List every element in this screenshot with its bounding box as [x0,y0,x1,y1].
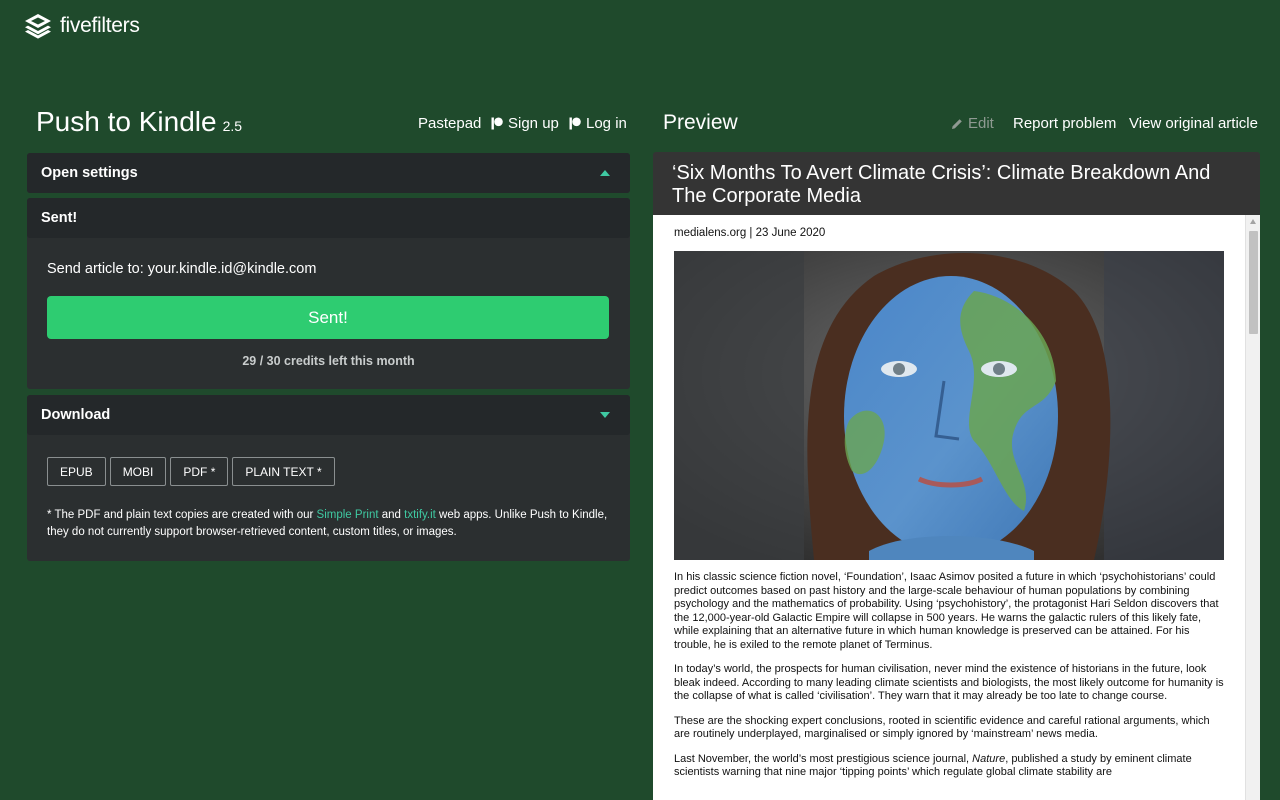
sent-panel-label: Sent! [41,210,78,226]
article-byline: medialens.org | 23 June 2020 [674,227,826,239]
brand-name: fivefilters [60,14,140,37]
app-version: 2.5 [222,118,243,134]
note-prefix: * The PDF and plain text copies are crea… [47,509,317,521]
send-to-text: Send article to: your.kindle.id@kindle.c… [47,261,317,277]
download-note: * The PDF and plain text copies are crea… [47,507,617,541]
pastepad-link[interactable]: Pastepad [418,115,481,132]
epub-button[interactable]: EPUB [47,457,106,486]
caret-up-icon [600,170,610,176]
article-title: ‘Six Months To Avert Climate Crisis’: Cl… [672,162,1211,207]
pencil-icon [952,119,962,129]
report-problem-label: Report problem [1013,115,1117,132]
face-paint-photo [674,251,1224,560]
article-content: medialens.org | 23 June 2020 In his clas… [674,227,1224,780]
signup-label: Sign up [508,115,559,132]
article-frame[interactable]: medialens.org | 23 June 2020 In his clas… [653,215,1260,800]
preview-heading: Preview [663,111,738,134]
article-scrollbar[interactable] [1245,215,1260,800]
plain-text-button[interactable]: PLAIN TEXT * [232,457,335,486]
pastepad-label: Pastepad [418,115,482,132]
signup-link[interactable]: Sign up [491,115,559,132]
scroll-up-icon[interactable] [1250,219,1256,224]
download-panel-label: Download [41,407,111,423]
pdf-button[interactable]: PDF * [170,457,229,486]
view-original-label: View original article [1129,115,1258,132]
brand-logo[interactable]: fivefilters [24,13,140,39]
mobi-button[interactable]: MOBI [109,457,167,486]
stacked-layers-icon [25,14,51,39]
edit-label: Edit [968,115,994,132]
article-paragraph: In today’s world, the prospects for huma… [674,663,1224,702]
sent-button[interactable]: Sent! [47,296,609,339]
download-panel: Download EPUB MOBI PDF * PLAIN TEXT * * … [27,395,630,561]
p4-prefix: Last November, the world’s most prestigi… [674,752,973,765]
credits-text: 29 / 30 credits left this month [242,354,415,368]
preview-panel: ‘Six Months To Avert Climate Crisis’: Cl… [653,152,1260,800]
patreon-icon [491,117,503,130]
settings-panel-label: Open settings [41,165,138,181]
simple-print-link[interactable]: Simple Print [317,509,379,521]
txtify-link[interactable]: txtify.it [404,509,436,521]
note-and: and [378,509,405,521]
sent-panel-header: Sent! [27,198,630,238]
report-problem-link[interactable]: Report problem [1013,115,1116,132]
app-name: Push to Kindle [36,106,217,137]
settings-panel: Open settings [27,153,630,193]
download-panel-header[interactable]: Download [27,395,630,435]
caret-down-icon [600,412,610,418]
article-paragraph: In his classic science fiction novel, ‘F… [674,571,1219,651]
view-original-link[interactable]: View original article [1129,115,1258,132]
sent-panel: Sent! Send article to: your.kindle.id@ki… [27,198,630,389]
edit-button[interactable]: Edit [951,115,994,132]
page-title: Push to Kindle 2.5 [36,106,242,138]
p4-italic: Nature [972,752,1006,765]
article-paragraph: These are the shocking expert conclusion… [674,714,1210,741]
login-label: Log in [586,115,627,132]
settings-panel-header[interactable]: Open settings [27,153,630,193]
login-link[interactable]: Log in [569,115,627,132]
download-buttons: EPUB MOBI PDF * PLAIN TEXT * [47,457,335,486]
patreon-icon [569,117,581,130]
article-image [674,251,1224,560]
article-paragraph: Last November, the world’s most prestigi… [674,753,1224,780]
scroll-thumb[interactable] [1249,231,1258,334]
